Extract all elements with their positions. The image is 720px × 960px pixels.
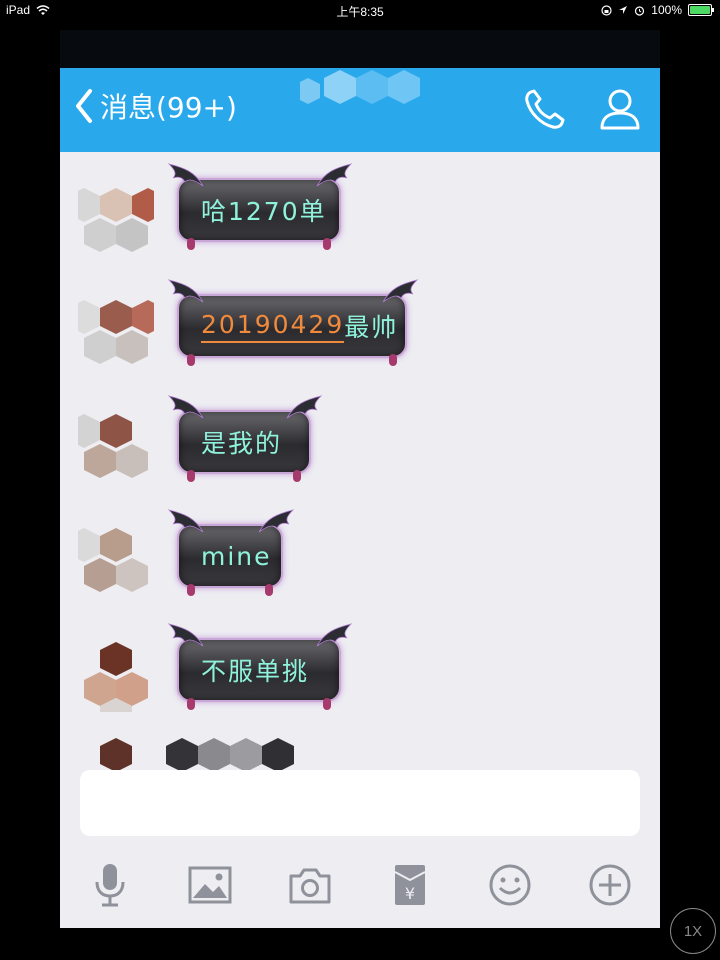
emoji-icon[interactable] [485,860,535,910]
zoom-badge[interactable]: 1X [670,908,716,954]
bat-wing-decoration [167,623,204,647]
chat-bubble[interactable]: 哈1270单 [167,163,353,250]
orientation-lock-icon [601,4,612,16]
bat-wing-decoration [286,395,323,419]
horn-decoration [323,238,331,250]
avatar[interactable] [78,636,154,712]
battery-icon [688,4,714,16]
plus-icon[interactable] [585,860,635,910]
chat-bubble[interactable]: 20190429 最帅 [167,279,419,366]
bat-wing-decoration [167,163,204,187]
horn-decoration [187,698,195,710]
message-text: 不服单挑 [201,657,310,686]
bat-wing-decoration [258,509,295,533]
battery-percent: 100% [651,3,682,17]
horn-decoration [187,470,195,482]
horn-decoration [187,238,195,250]
chevron-left-icon [76,89,92,123]
avatar[interactable] [78,522,154,598]
horn-decoration [187,354,195,366]
message-text: 哈1270单 [201,197,327,226]
red-packet-icon[interactable]: ¥ [385,860,435,910]
message-input[interactable] [80,770,640,836]
microphone-icon[interactable] [85,860,135,910]
alarm-icon [635,5,645,16]
nav-bar: 消息(99+) [60,68,660,152]
number-link[interactable]: 20190429 [201,310,345,343]
bat-wing-decoration [167,279,204,303]
person-icon[interactable] [597,86,643,132]
chat-screen: 消息(99+) 哈1270单 20190429 最帅 是我的 mine 不服单挑… [60,30,660,928]
avatar[interactable] [78,294,154,370]
message-text: 最帅 [344,313,399,342]
chat-bubble[interactable]: 是我的 [167,395,323,482]
back-label: 消息(99+) [100,91,237,124]
chat-bubble[interactable]: 不服单挑 [167,623,353,710]
horn-decoration [293,470,301,482]
camera-icon[interactable] [285,860,335,910]
input-toolbar: ¥ [60,850,660,920]
phone-icon[interactable] [522,86,568,132]
bat-wing-decoration [316,163,353,187]
chat-bubble[interactable]: mine [167,509,295,596]
horn-decoration [265,584,273,596]
bat-wing-decoration [382,279,419,303]
image-icon[interactable] [185,860,235,910]
avatar[interactable] [78,182,154,258]
message-list: 哈1270单 20190429 最帅 是我的 mine 不服单挑 [60,152,660,772]
blurred-name-area [300,70,420,104]
message-text: 是我的 [201,429,283,458]
back-button[interactable]: 消息(99+) [74,86,237,126]
partial-message-row [100,738,294,772]
status-bar: iPad 上午8:35 100% [0,0,720,20]
battery-fill [690,6,710,14]
horn-decoration [187,584,195,596]
bat-wing-decoration [316,623,353,647]
bat-wing-decoration [167,395,204,419]
svg-text:¥: ¥ [405,884,415,903]
message-text: mine [201,541,272,571]
bat-wing-decoration [167,509,204,533]
location-icon [619,6,628,14]
avatar[interactable] [78,408,154,484]
horn-decoration [323,698,331,710]
top-black-bar [60,30,660,68]
horn-decoration [389,354,397,366]
